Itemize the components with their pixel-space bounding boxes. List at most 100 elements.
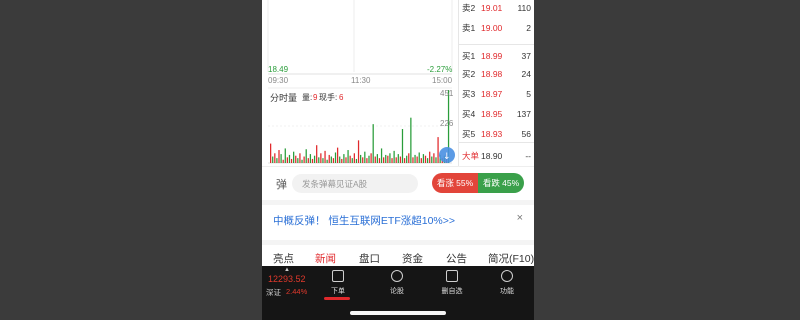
- big-order-volume: --: [525, 151, 531, 161]
- bearish-vote-button[interactable]: 看跌 45%: [478, 173, 524, 193]
- level-price: 18.99: [481, 51, 503, 61]
- danmu-icon[interactable]: 弹: [276, 176, 287, 192]
- volume-bar: [435, 157, 437, 163]
- volume-value: 9: [313, 93, 318, 102]
- tab-profile[interactable]: 简况(F10): [488, 251, 534, 266]
- volume-bar: [297, 158, 299, 163]
- volume-bar: [397, 154, 399, 163]
- level-label: 卖2: [462, 3, 476, 13]
- order-book-row: 卖1 19.00 2: [459, 20, 534, 36]
- svg-text:↓: ↓: [443, 152, 451, 162]
- chevron-up-icon[interactable]: ▲: [284, 267, 290, 273]
- volume-bar: [408, 153, 410, 163]
- order-book-row: 买3 18.97 5: [459, 86, 534, 102]
- volume-bar: [366, 158, 368, 163]
- level-volume: 24: [521, 69, 531, 79]
- banner-text[interactable]: 中概反弹！ 恒生互联网ETF涨超10%>>: [273, 213, 455, 228]
- level-volume: 2: [526, 23, 531, 33]
- minus-square-icon: [446, 270, 458, 282]
- now-hand-label: 现手:: [319, 93, 338, 102]
- danmu-input[interactable]: 发条弹幕见证A股: [292, 174, 418, 193]
- volume-bar: [372, 124, 374, 163]
- volume-bar: [424, 155, 427, 163]
- order-book: 卖2 19.01 110 卖1 19.00 2 买1 18.99 37 买2 18.98 24 买3 18…: [458, 0, 534, 166]
- volume-bar: [339, 156, 341, 163]
- discuss-button[interactable]: 论股: [377, 270, 417, 296]
- home-indicator[interactable]: [350, 311, 446, 315]
- volume-bar: [324, 150, 326, 163]
- volume-bar: [362, 157, 364, 163]
- level-price: 18.98: [481, 69, 503, 79]
- volume-bar: [311, 158, 314, 163]
- bullish-vote-button[interactable]: 看涨 55%: [432, 173, 478, 193]
- volume-max-tick: 451: [440, 89, 454, 98]
- intraday-chart[interactable]: ↓ 18.49 -2.27% 09:30 11:30 15:00 分时量 量: …: [262, 0, 458, 166]
- volume-bar: [395, 157, 397, 163]
- tab-funds[interactable]: 资金: [402, 251, 423, 266]
- volume-bar: [401, 129, 404, 163]
- volume-bar: [284, 148, 286, 163]
- volume-bar: [383, 157, 385, 163]
- chat-icon: [391, 270, 403, 282]
- volume-bar: [313, 155, 316, 163]
- volume-bar: [429, 151, 431, 163]
- volume-bar: [320, 153, 322, 163]
- news-banner[interactable]: 中概反弹！ 恒生互联网ETF涨超10%>> ×: [262, 200, 534, 232]
- volume-bar: [391, 158, 393, 163]
- functions-button[interactable]: 功能: [487, 270, 527, 296]
- volume-bar: [347, 150, 349, 163]
- volume-bar: [305, 149, 307, 163]
- order-book-row: 买4 18.95 137: [459, 106, 534, 122]
- volume-bar: [416, 156, 418, 163]
- big-order-price: 18.90: [481, 151, 503, 161]
- volume-bar: [385, 154, 387, 163]
- level-volume: 137: [516, 109, 531, 119]
- index-percent: 2.44%: [286, 287, 308, 296]
- volume-bar: [336, 147, 339, 163]
- order-book-row: 卖2 19.01 110: [459, 0, 534, 16]
- level-label: 买4: [462, 109, 476, 119]
- level-label: 买2: [462, 69, 476, 79]
- volume-bar: [370, 153, 372, 163]
- level-volume: 56: [521, 129, 531, 139]
- change-percent: -2.27%: [427, 65, 453, 74]
- volume-bar: [355, 158, 358, 163]
- volume-bar: [349, 155, 351, 163]
- time-end: 15:00: [432, 76, 453, 85]
- volume-mid-tick: 226: [440, 119, 454, 128]
- tab-highlights[interactable]: 亮点: [273, 251, 294, 266]
- volume-bar: [276, 158, 278, 163]
- volume-bar: [351, 158, 353, 163]
- volume-bar: [316, 145, 318, 163]
- volume-bar: [357, 140, 360, 163]
- volume-bar: [286, 157, 288, 163]
- volume-bar: [290, 158, 293, 163]
- tab-news[interactable]: 新闻: [315, 251, 336, 266]
- volume-bar: [307, 158, 309, 163]
- volume-label: 量:: [302, 93, 313, 102]
- close-icon[interactable]: ×: [517, 212, 523, 224]
- level-label: 卖1: [462, 23, 476, 33]
- volume-bar: [437, 137, 439, 163]
- order-button[interactable]: 下单: [318, 270, 358, 296]
- big-order-row: 大单 18.90 --: [459, 148, 534, 164]
- volume-bar: [309, 154, 312, 163]
- volume-bar: [295, 155, 297, 163]
- volume-bar: [426, 158, 429, 163]
- level-price: 18.95: [481, 109, 503, 119]
- volume-bar: [389, 153, 391, 163]
- volume-bar: [414, 154, 416, 163]
- volume-bar: [301, 159, 303, 163]
- time-mid: 11:30: [351, 76, 371, 85]
- volume-bar: [322, 158, 324, 163]
- volume-bar: [433, 153, 435, 163]
- level-label: 买3: [462, 89, 476, 99]
- index-value[interactable]: 12293.52: [268, 274, 306, 284]
- volume-bar: [328, 154, 330, 163]
- remove-watchlist-button[interactable]: 删自选: [432, 270, 472, 296]
- order-book-row: 买2 18.98 24: [459, 66, 534, 82]
- tab-announcements[interactable]: 公告: [446, 251, 467, 266]
- volume-bar: [334, 152, 337, 163]
- tab-market-depth[interactable]: 盘口: [359, 251, 380, 266]
- volume-bar: [288, 154, 291, 163]
